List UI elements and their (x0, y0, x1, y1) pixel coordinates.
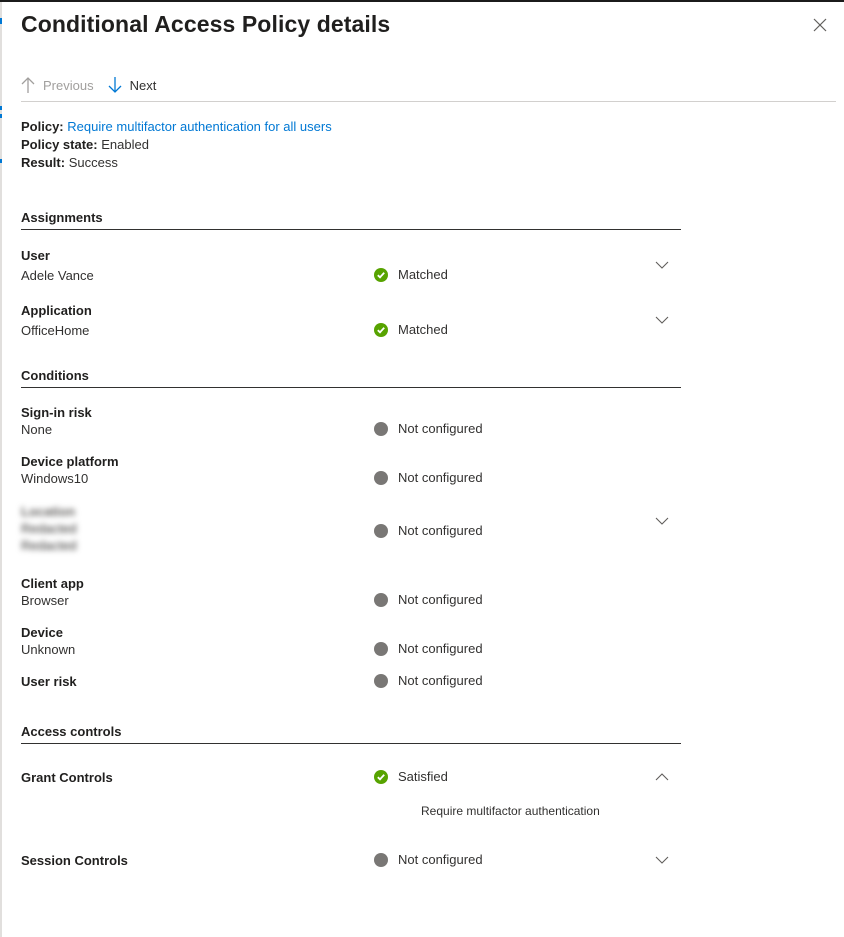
row-value: OfficeHome (21, 323, 90, 338)
row-value: Redacted (21, 521, 77, 536)
status-text: Not configured (398, 641, 483, 656)
chevron-down-icon[interactable] (655, 315, 669, 325)
policy-summary: Policy: Require multifactor authenticati… (21, 118, 332, 172)
access-row-grant-controls[interactable]: Grant Controls (21, 769, 681, 786)
nav-divider (21, 101, 836, 102)
row-value: Browser (21, 593, 69, 608)
status-badge: Not configured (374, 470, 483, 485)
row-label: Location (21, 504, 76, 519)
policy-line: Policy: Require multifactor authenticati… (21, 118, 332, 136)
chevron-up-icon[interactable] (655, 772, 669, 782)
conditions-heading: Conditions (21, 368, 681, 388)
check-circle-icon (374, 322, 388, 337)
condition-row-location-redacted[interactable]: Location Redacted Redacted (21, 503, 131, 554)
neutral-status-icon (374, 592, 388, 607)
close-button[interactable] (810, 15, 830, 35)
close-icon (813, 18, 827, 32)
access-row-session-controls[interactable]: Session Controls (21, 852, 681, 869)
status-badge: Not configured (374, 421, 483, 436)
window-top-border (0, 0, 844, 2)
previous-button[interactable]: Previous (21, 76, 94, 94)
previous-label: Previous (43, 77, 94, 93)
status-badge: Not configured (374, 852, 483, 867)
next-label: Next (129, 77, 157, 93)
status-text: Not configured (398, 470, 483, 485)
chevron-down-icon[interactable] (655, 516, 669, 526)
check-circle-icon (374, 769, 388, 784)
assignment-row-user[interactable]: User Adele Vance (21, 247, 681, 284)
chevron-down-icon[interactable] (655, 855, 669, 865)
status-badge: Not configured (374, 673, 483, 688)
status-text: Not configured (398, 852, 483, 867)
status-badge: Matched (374, 322, 448, 337)
chevron-down-icon[interactable] (655, 260, 669, 270)
status-text: Matched (398, 267, 448, 282)
row-value: Windows10 (21, 471, 89, 486)
condition-row-sign-in-risk: Sign-in risk None (21, 404, 681, 438)
result-line: Result: Success (21, 154, 332, 172)
policy-link[interactable]: Require multifactor authentication for a… (67, 119, 331, 134)
row-value-secondary: Redacted (21, 538, 77, 553)
row-label: Client app (21, 576, 84, 591)
row-label: User (21, 248, 50, 263)
row-value: Adele Vance (21, 268, 94, 283)
status-text: Not configured (398, 421, 483, 436)
assignment-row-application[interactable]: Application OfficeHome (21, 302, 681, 339)
row-value: Unknown (21, 642, 76, 657)
neutral-status-icon (374, 470, 388, 485)
condition-row-device: Device Unknown (21, 624, 681, 658)
grant-control-detail: Require multifactor authentication (421, 804, 600, 818)
status-text: Satisfied (398, 769, 448, 784)
panel-title: Conditional Access Policy details (21, 11, 391, 37)
neutral-status-icon (374, 523, 388, 538)
status-text: Matched (398, 322, 448, 337)
status-badge: Not configured (374, 523, 483, 538)
row-label: Application (21, 303, 92, 318)
row-label: Device platform (21, 454, 119, 469)
left-scroll-edge (0, 2, 2, 937)
row-label: Grant Controls (21, 770, 113, 785)
arrow-up-icon (21, 77, 35, 93)
condition-row-client-app: Client app Browser (21, 575, 681, 609)
access-controls-heading: Access controls (21, 724, 681, 744)
status-badge: Matched (374, 267, 448, 282)
neutral-status-icon (374, 673, 388, 688)
check-circle-icon (374, 267, 388, 282)
row-label: User risk (21, 674, 77, 689)
status-badge: Not configured (374, 592, 483, 607)
policy-state-value: Enabled (101, 137, 149, 152)
status-badge: Not configured (374, 641, 483, 656)
status-text: Not configured (398, 523, 483, 538)
neutral-status-icon (374, 641, 388, 656)
condition-row-device-platform: Device platform Windows10 (21, 453, 681, 487)
row-label: Device (21, 625, 63, 640)
assignments-heading: Assignments (21, 210, 681, 230)
row-label: Session Controls (21, 853, 128, 868)
next-button[interactable]: Next (108, 76, 157, 94)
record-navigation: Previous Next (21, 72, 170, 98)
status-badge: Satisfied (374, 769, 448, 784)
policy-state-line: Policy state: Enabled (21, 136, 332, 154)
neutral-status-icon (374, 852, 388, 867)
neutral-status-icon (374, 421, 388, 436)
result-label: Result: (21, 155, 66, 170)
condition-row-user-risk: User risk (21, 673, 681, 690)
policy-state-label: Policy state: (21, 137, 98, 152)
arrow-down-icon (108, 77, 122, 93)
result-value: Success (68, 155, 118, 170)
status-text: Not configured (398, 592, 483, 607)
status-text: Not configured (398, 673, 483, 688)
policy-label: Policy: (21, 119, 64, 134)
row-value: None (21, 422, 53, 437)
row-label: Sign-in risk (21, 405, 92, 420)
